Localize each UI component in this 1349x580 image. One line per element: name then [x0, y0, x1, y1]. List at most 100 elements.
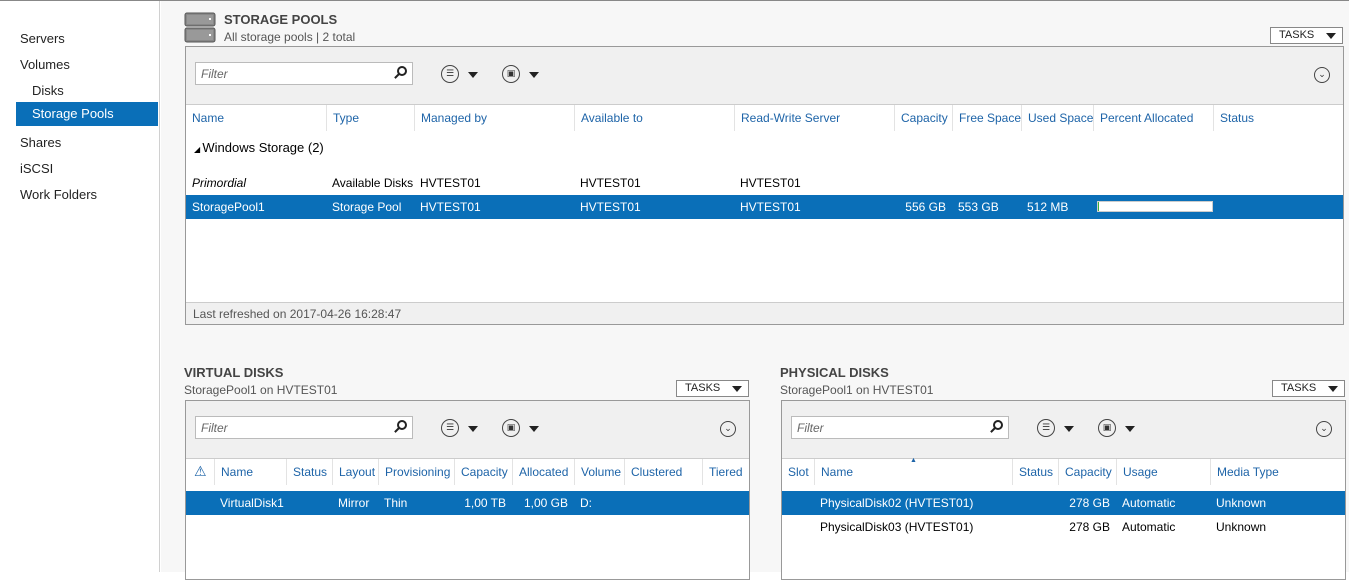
warning-sort-icon[interactable]: ⚠	[194, 463, 207, 480]
table-cell: D:	[580, 496, 592, 510]
physical-filter-input[interactable]: Filter	[791, 416, 1009, 439]
column-header[interactable]: Status	[286, 459, 332, 485]
table-cell	[894, 171, 952, 195]
column-header[interactable]: Available to	[574, 105, 734, 131]
table-row[interactable]: VirtualDisk1 Mirror Thin 1,00 TB 1,00 GB D:	[186, 491, 749, 515]
save-dropdown-arrow-icon[interactable]	[1125, 426, 1135, 432]
table-cell: Primordial	[192, 176, 247, 190]
filter-placeholder: Filter	[797, 421, 824, 435]
table-cell	[1213, 171, 1253, 195]
table-cell: 278 GB	[1069, 496, 1110, 510]
save-query-icon[interactable]: ▣	[502, 65, 520, 83]
search-icon[interactable]	[993, 420, 1003, 430]
pools-filter-input[interactable]: Filter	[195, 62, 413, 85]
table-cell: 1,00 GB	[523, 496, 568, 510]
save-dropdown-arrow-icon[interactable]	[529, 426, 539, 432]
column-header[interactable]: Read-Write Server	[734, 105, 894, 131]
column-header[interactable]: Volume	[574, 459, 624, 485]
sidebar-item-volumes[interactable]: Volumes	[16, 53, 158, 77]
expand-collapse-icon[interactable]: ⌄	[1316, 421, 1332, 437]
table-cell: 512 MB	[1027, 200, 1069, 214]
list-view-icon[interactable]: ☰	[1037, 419, 1055, 437]
column-header[interactable]: Provisioning	[378, 459, 454, 485]
table-cell	[1012, 491, 1058, 515]
list-view-icon[interactable]: ☰	[441, 419, 459, 437]
column-header[interactable]: Type	[326, 105, 414, 131]
column-header[interactable]: Used Space	[1021, 105, 1093, 131]
table-row[interactable]: PhysicalDisk02 (HVTEST01) 278 GB Automatic…	[782, 491, 1345, 515]
table-row[interactable]: StoragePool1 Storage Pool HVTEST01 HVTEST01…	[186, 195, 1343, 219]
table-cell	[1021, 171, 1093, 195]
storage-pools-tasks-button[interactable]: TASKS	[1270, 27, 1343, 44]
virtual-filter-input[interactable]: Filter	[195, 416, 413, 439]
sidebar-item-disks[interactable]: Disks	[16, 79, 158, 103]
table-cell: Mirror	[338, 496, 370, 510]
column-header[interactable]: Usage	[1116, 459, 1210, 485]
view-dropdown-arrow-icon[interactable]	[468, 426, 478, 432]
expand-collapse-icon[interactable]: ⌄	[720, 421, 736, 437]
view-dropdown-arrow-icon[interactable]	[1064, 426, 1074, 432]
table-cell: 278 GB	[1069, 520, 1110, 534]
expand-collapse-icon[interactable]: ⌄	[1314, 67, 1330, 83]
virtual-column-header-row: Name Status Layout Provisioning Capacity Allo…	[186, 459, 749, 485]
table-cell: HVTEST01	[580, 176, 641, 190]
sidebar-item-servers[interactable]: Servers	[16, 27, 158, 51]
column-header[interactable]: Status	[1213, 105, 1254, 131]
table-cell: 1,00 TB	[464, 496, 506, 510]
save-query-icon[interactable]: ▣	[502, 419, 520, 437]
column-header[interactable]: Status	[1012, 459, 1058, 485]
table-cell: VirtualDisk1	[220, 496, 284, 510]
table-cell	[782, 491, 814, 515]
save-query-icon[interactable]: ▣	[1098, 419, 1116, 437]
main-content: STORAGE POOLS All storage pools | 2 tota…	[161, 1, 1349, 580]
physical-disks-tasks-button[interactable]: TASKS	[1272, 380, 1345, 397]
list-view-icon[interactable]: ☰	[441, 65, 459, 83]
chevron-down-icon	[732, 386, 742, 392]
column-header[interactable]: Media Type	[1210, 459, 1282, 485]
table-cell: HVTEST01	[420, 200, 481, 214]
column-header[interactable]: Clustered	[624, 459, 702, 485]
table-cell: Unknown	[1216, 496, 1267, 510]
sidebar-item-storage-pools[interactable]: Storage Pools	[16, 102, 158, 126]
column-header[interactable]: Name	[214, 459, 286, 485]
table-cell: HVTEST01	[740, 176, 801, 190]
table-cell	[286, 491, 332, 515]
tasks-label: TASKS	[1279, 29, 1315, 41]
sidebar-item-iscsi[interactable]: iSCSI	[16, 157, 158, 181]
filter-placeholder: Filter	[201, 421, 228, 435]
group-header-windows-storage[interactable]: ◢ Windows Storage (2)	[194, 140, 324, 155]
chevron-down-icon	[1328, 386, 1338, 392]
table-cell: PhysicalDisk03 (HVTEST01)	[820, 520, 974, 534]
search-icon[interactable]	[397, 420, 407, 430]
column-header[interactable]: Layout	[332, 459, 378, 485]
physical-disks-panel: Filter ☰ ▣ ⌄ Slot Name Status Capacity Usage Medi…	[781, 400, 1346, 580]
column-header[interactable]: Allocated	[512, 459, 574, 485]
pools-column-header-row: Name Type Managed by Available to Read-Write…	[186, 105, 1343, 131]
save-dropdown-arrow-icon[interactable]	[529, 72, 539, 78]
table-row[interactable]: Primordial Available Disks HVTEST01 HVTEST0…	[186, 171, 1343, 195]
storage-pools-panel: Filter ☰ ▣ ⌄ ◢ Windows Storage (2) Name Type Ma…	[185, 46, 1344, 325]
column-header[interactable]: Slot	[782, 459, 814, 485]
virtual-disks-panel: Filter ☰ ▣ ⌄ Name Status Layout Provisioning Cap…	[185, 400, 750, 580]
table-row[interactable]: PhysicalDisk03 (HVTEST01) 278 GB Automatic…	[782, 515, 1345, 539]
search-icon[interactable]	[397, 66, 407, 76]
column-header[interactable]: Percent Allocated	[1093, 105, 1213, 131]
column-header[interactable]: Managed by	[414, 105, 574, 131]
table-cell: HVTEST01	[420, 176, 481, 190]
column-header[interactable]: Capacity	[1058, 459, 1116, 485]
chevron-down-icon	[1326, 33, 1336, 39]
sort-ascending-icon: ▲	[910, 457, 917, 464]
column-header[interactable]: Tiered	[702, 459, 749, 485]
column-header[interactable]: Name	[186, 105, 326, 131]
table-cell: 553 GB	[958, 200, 999, 214]
column-header[interactable]: Capacity	[454, 459, 512, 485]
table-cell: Automatic	[1122, 520, 1176, 534]
table-cell: StoragePool1	[192, 200, 265, 214]
column-header[interactable]: Capacity	[894, 105, 952, 131]
percent-allocated-bar	[1097, 201, 1213, 212]
view-dropdown-arrow-icon[interactable]	[468, 72, 478, 78]
sidebar-item-work-folders[interactable]: Work Folders	[16, 183, 158, 207]
column-header[interactable]: Free Space	[952, 105, 1021, 131]
virtual-disks-tasks-button[interactable]: TASKS	[676, 380, 749, 397]
sidebar-item-shares[interactable]: Shares	[16, 131, 158, 155]
